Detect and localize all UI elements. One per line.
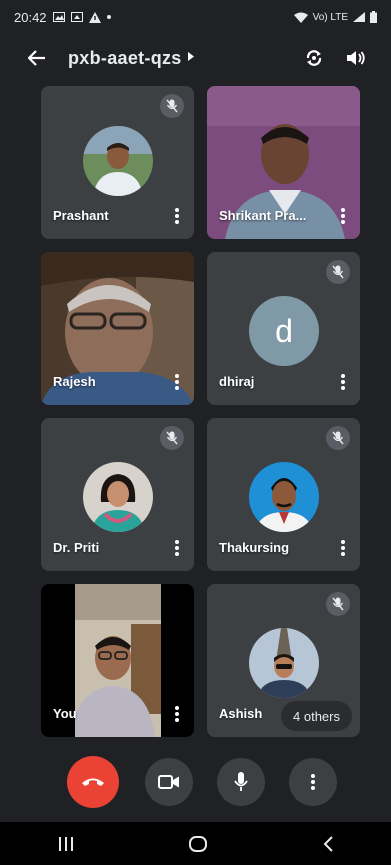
participant-tile-dhiraj[interactable]: d dhiraj [207,252,360,405]
battery-icon [370,11,377,23]
participant-name: Rajesh [53,374,96,389]
more-vert-icon[interactable] [174,705,180,723]
recent-apps-icon[interactable] [58,836,74,851]
videocam-icon [158,775,180,789]
participant-name: Prashant [53,208,109,223]
more-vert-icon[interactable] [340,373,346,391]
speaker-icon[interactable] [343,45,369,71]
more-vert-icon[interactable] [174,539,180,557]
others-count-badge[interactable]: 4 others [281,701,352,731]
more-options-button[interactable] [289,758,337,806]
network-label: Vo) LTE [312,11,348,23]
call-controls [0,756,391,814]
mic-toggle-button[interactable] [217,758,265,806]
meeting-info-chevron-icon[interactable] [187,52,194,64]
participant-tile-thakursing[interactable]: Thakursing [207,418,360,571]
participant-name: You [53,706,77,721]
participant-tile-ashish[interactable]: Ashish 4 others [207,584,360,737]
call-end-icon [81,776,105,788]
switch-camera-icon[interactable] [301,45,327,71]
participant-tile-self[interactable]: You [41,584,194,737]
camera-toggle-button[interactable] [145,758,193,806]
end-call-button[interactable] [67,756,119,808]
back-arrow-icon[interactable] [28,50,46,66]
participant-tile-dr-priti[interactable]: Dr. Priti [41,418,194,571]
participant-tile-prashant[interactable]: Prashant [41,86,194,239]
status-bar: 20:42 Vo) LTE [0,0,391,34]
avatar-dr-priti [83,462,153,532]
participant-name: Shrikant Pra... [219,208,307,223]
status-time: 20:42 [14,9,47,25]
participant-name: dhiraj [219,374,255,389]
more-vert-icon[interactable] [340,539,346,557]
avatar-prashant [83,126,153,196]
mic-off-icon [160,426,184,450]
mic-off-icon [326,426,350,450]
participant-tile-shrikant[interactable]: Shrikant Pra... [207,86,360,239]
participant-name: Ashish [219,706,263,721]
wifi-icon [293,12,308,23]
gallery-notification-icon-2 [70,12,83,22]
video-feed-self [71,584,161,737]
more-vert-icon[interactable] [174,373,180,391]
more-vert-icon[interactable] [340,207,346,225]
mic-off-icon [160,94,184,118]
mic-off-icon [326,592,350,616]
more-vert-icon [310,773,316,791]
meeting-header: pxb-aaet-qzs [0,38,391,78]
meeting-code[interactable]: pxb-aaet-qzs [68,48,182,69]
letter-avatar-dhiraj: d [249,296,319,366]
mic-icon [234,772,248,792]
participant-name: Dr. Priti [53,540,100,555]
participant-name: Thakursing [219,540,290,555]
home-icon[interactable] [189,835,208,852]
participant-tile-rajesh[interactable]: Rajesh [41,252,194,405]
dot-notification-icon [106,15,111,19]
mic-off-icon [326,260,350,284]
back-nav-icon[interactable] [323,835,333,852]
more-vert-icon[interactable] [174,207,180,225]
avatar-ashish [249,628,319,698]
system-nav-bar [0,822,391,865]
gallery-notification-icon [52,12,65,22]
warning-notification-icon [88,11,101,23]
avatar-thakursing [249,462,319,532]
signal-icon [353,12,365,22]
